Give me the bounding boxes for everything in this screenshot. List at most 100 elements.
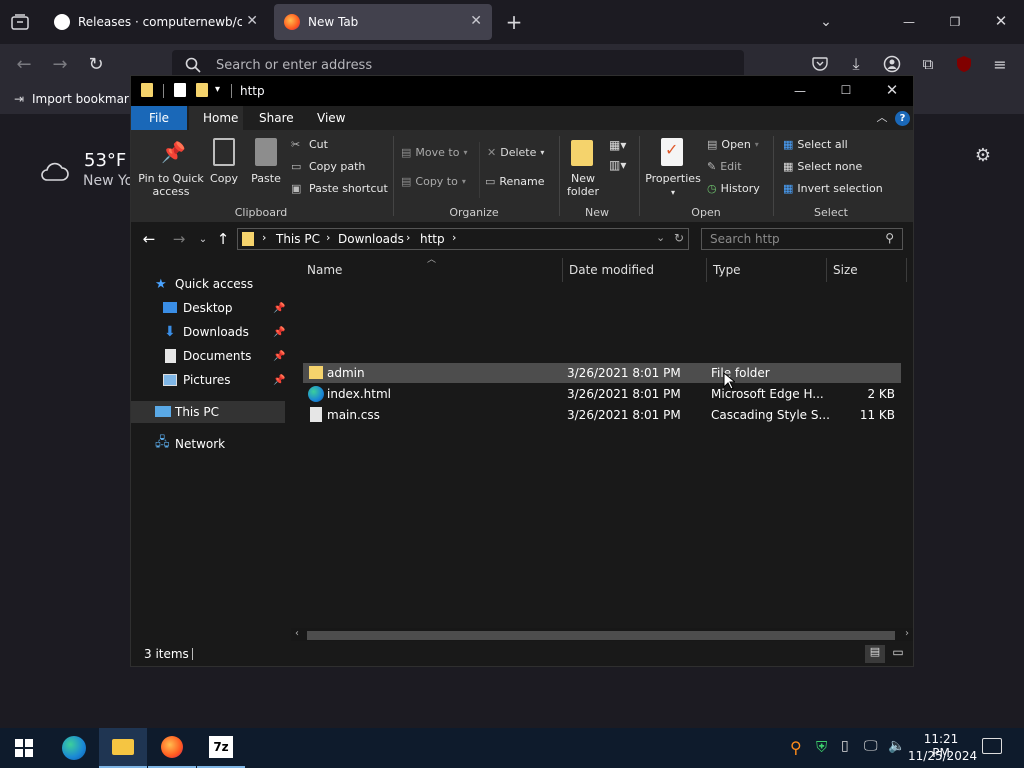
copy-to-button[interactable]: ▤ Copy to ▾ xyxy=(401,175,466,188)
select-none-button[interactable]: ▦ Select none xyxy=(783,160,862,173)
paste-button[interactable]: Paste xyxy=(247,172,285,185)
copy-button[interactable]: Copy xyxy=(207,172,241,185)
close-tab-icon[interactable]: ✕ xyxy=(246,13,258,29)
refresh-icon[interactable]: ↻ xyxy=(674,231,684,245)
forward-arrow-icon[interactable]: → xyxy=(171,230,187,248)
close-window-icon[interactable]: ✕ xyxy=(883,81,901,99)
scroll-left-icon[interactable]: ‹ xyxy=(295,628,299,639)
tab-releases[interactable]: Releases · computernewb/colla ✕ xyxy=(44,4,268,40)
select-all-button[interactable]: ▦ Select all xyxy=(783,138,848,151)
search-field[interactable]: Search http ⚲ xyxy=(701,228,903,250)
column-header-name[interactable]: Name xyxy=(301,258,563,282)
notifications-icon[interactable] xyxy=(982,738,1002,754)
search-tray-icon[interactable]: ⚲ xyxy=(790,738,802,757)
menu-hamburger-icon[interactable]: ≡ xyxy=(990,54,1010,74)
minimize-icon[interactable]: — xyxy=(900,12,918,32)
properties-button[interactable]: Properties ▾ xyxy=(643,172,703,199)
breadcrumb-downloads[interactable]: Downloads xyxy=(338,232,404,246)
rename-icon: ▭ xyxy=(485,175,496,188)
file-row[interactable]: main.css 3/26/2021 8:01 PM Cascading Sty… xyxy=(303,405,901,425)
qat-dropdown-icon[interactable]: ▾ xyxy=(215,84,220,95)
firefox-taskbar-button[interactable] xyxy=(148,728,196,768)
invert-selection-button[interactable]: ▦ Invert selection xyxy=(783,182,883,195)
extensions-icon[interactable]: ⧉ xyxy=(918,54,938,74)
file-explorer-taskbar-button[interactable] xyxy=(99,728,147,768)
paste-shortcut-button[interactable]: ▣ Paste shortcut xyxy=(291,182,388,195)
back-arrow-icon[interactable]: ← xyxy=(14,54,34,75)
properties-qat-icon[interactable] xyxy=(174,83,186,97)
settings-gear-icon[interactable]: ⚙ xyxy=(972,144,994,166)
start-button[interactable] xyxy=(0,728,48,768)
up-arrow-icon[interactable]: ↑ xyxy=(215,230,231,248)
divider xyxy=(773,136,774,216)
scroll-thumb[interactable] xyxy=(307,631,895,640)
new-item-icon[interactable]: ▦▾ xyxy=(609,138,626,152)
horizontal-scrollbar[interactable]: ‹ › xyxy=(291,628,913,642)
column-header-type[interactable]: Type xyxy=(707,258,827,282)
nav-network[interactable]: 🖧 Network xyxy=(131,433,287,455)
address-dropdown-icon[interactable]: ⌄ xyxy=(656,231,665,244)
file-row[interactable]: index.html 3/26/2021 8:01 PM Microsoft E… xyxy=(303,384,901,404)
new-tab-plus-icon[interactable]: + xyxy=(504,10,524,34)
restore-icon[interactable]: ❐ xyxy=(946,12,964,32)
clock-date[interactable]: 11/25/2024 xyxy=(908,749,977,763)
new-folder-button[interactable]: New folder xyxy=(563,172,603,198)
history-button[interactable]: ◷ History xyxy=(707,182,760,195)
reload-icon[interactable]: ↻ xyxy=(86,54,106,75)
close-window-icon[interactable]: ✕ xyxy=(992,11,1010,31)
nav-documents[interactable]: Documents 📌 xyxy=(131,345,287,367)
pin-icon: 📌 xyxy=(273,350,286,362)
new-folder-qat-icon[interactable] xyxy=(196,83,208,97)
tab-new-tab[interactable]: New Tab ✕ xyxy=(274,4,492,40)
file-row[interactable]: admin 3/26/2021 8:01 PM File folder xyxy=(303,363,901,383)
ublock-icon[interactable] xyxy=(954,54,974,74)
help-icon[interactable]: ? xyxy=(895,111,910,126)
nav-quick-access[interactable]: ★ Quick access xyxy=(131,273,287,295)
back-arrow-icon[interactable]: ← xyxy=(141,230,157,248)
delete-button[interactable]: ✕ Delete ▾ xyxy=(487,146,544,159)
downloads-icon[interactable]: ⤓ xyxy=(846,54,866,74)
forward-arrow-icon[interactable]: → xyxy=(50,54,70,75)
tab-overview-icon[interactable] xyxy=(10,13,30,31)
account-icon[interactable] xyxy=(882,54,902,74)
7zip-taskbar-button[interactable]: 7z xyxy=(197,728,245,768)
nav-pictures[interactable]: Pictures 📌 xyxy=(131,369,287,391)
edit-button[interactable]: ✎ Edit xyxy=(707,160,742,173)
details-view-icon[interactable]: ▤ xyxy=(865,645,885,663)
pin-to-quick-access-button[interactable]: Pin to Quick access xyxy=(135,172,207,198)
recent-locations-chevron-icon[interactable]: ⌄ xyxy=(197,231,209,247)
close-tab-icon[interactable]: ✕ xyxy=(470,13,482,29)
open-button[interactable]: ▤ Open ▾ xyxy=(707,138,759,151)
pocket-icon[interactable] xyxy=(810,54,830,74)
scroll-right-icon[interactable]: › xyxy=(905,628,909,639)
nav-this-pc[interactable]: This PC xyxy=(131,401,285,423)
copy-path-button[interactable]: ▭ Copy path xyxy=(291,160,365,173)
nav-downloads[interactable]: ⬇ Downloads 📌 xyxy=(131,321,287,343)
list-tabs-chevron-icon[interactable]: ⌄ xyxy=(816,12,836,32)
tab-home[interactable]: Home xyxy=(189,106,243,130)
column-header-size[interactable]: Size xyxy=(827,258,907,282)
tab-file[interactable]: File xyxy=(131,106,187,130)
collapse-ribbon-icon[interactable]: ︿ xyxy=(875,110,889,124)
defender-shield-icon[interactable]: ⛨ xyxy=(816,738,827,756)
edge-taskbar-button[interactable] xyxy=(50,728,98,768)
tab-share[interactable]: Share xyxy=(245,106,308,130)
maximize-icon[interactable]: ☐ xyxy=(837,81,855,99)
nav-desktop[interactable]: Desktop 📌 xyxy=(131,297,287,319)
network-tray-icon[interactable]: 🖵 xyxy=(864,738,878,754)
rename-button[interactable]: ▭ Rename xyxy=(485,175,545,188)
file-date: 3/26/2021 8:01 PM xyxy=(567,408,681,422)
tab-view[interactable]: View xyxy=(303,106,359,130)
breadcrumb-http[interactable]: http xyxy=(420,232,445,246)
volume-muted-icon[interactable]: 🔈 xyxy=(888,738,905,754)
column-header-date-modified[interactable]: Date modified xyxy=(563,258,707,282)
move-to-button[interactable]: ▤ Move to ▾ xyxy=(401,146,467,159)
usb-icon[interactable]: ▯ xyxy=(841,738,849,754)
easy-access-icon[interactable]: ▥▾ xyxy=(609,158,626,172)
large-icons-view-icon[interactable]: ▭ xyxy=(889,645,907,663)
address-bar[interactable]: › This PC › Downloads › http › ⌄ ↻ xyxy=(237,228,689,250)
minimize-icon[interactable]: — xyxy=(791,82,809,100)
cut-button[interactable]: ✂ Cut xyxy=(291,138,328,151)
file-type: File folder xyxy=(711,366,770,380)
breadcrumb-this-pc[interactable]: This PC xyxy=(276,232,320,246)
